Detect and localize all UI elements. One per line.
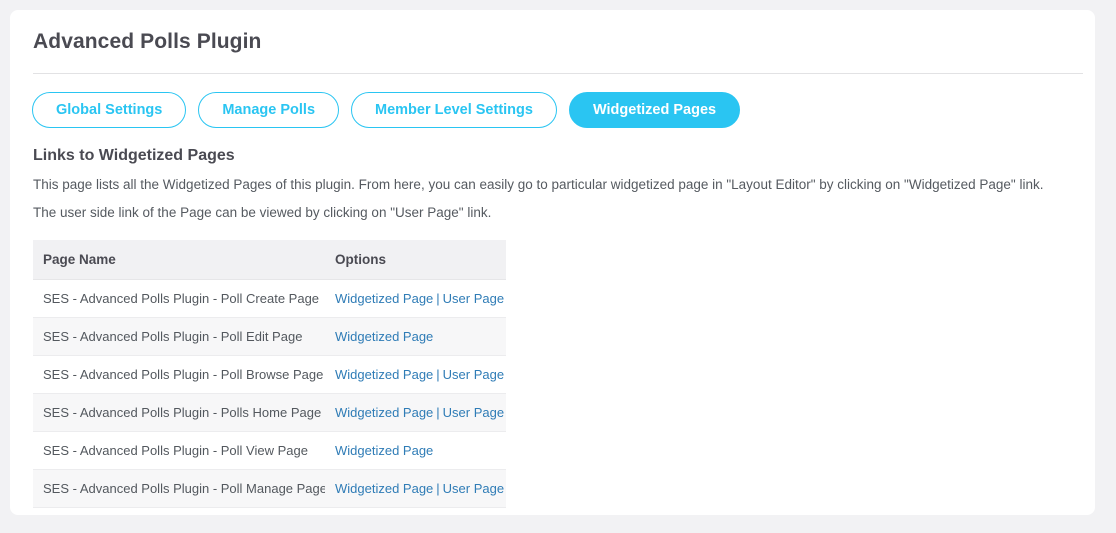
tab-manage-polls[interactable]: Manage Polls [198,92,340,128]
column-header-options: Options [325,240,506,280]
link-widgetized-page[interactable]: Widgetized Page [335,443,433,458]
link-widgetized-page[interactable]: Widgetized Page [335,291,433,306]
cell-page-name: SES - Advanced Polls Plugin - Poll Edit … [33,317,325,356]
section-description-line-2: The user side link of the Page can be vi… [33,205,492,220]
link-user-page[interactable]: User Page [443,481,504,496]
cell-page-name: SES - Advanced Polls Plugin - Poll View … [33,431,325,470]
cell-options: Widgetized Page | User Page [325,469,506,508]
option-separator: | [436,405,440,420]
option-separator: | [436,291,440,306]
section-heading: Links to Widgetized Pages [33,147,235,164]
section-description-line-1: This page lists all the Widgetized Pages… [33,177,1044,192]
page-title: Advanced Polls Plugin [33,30,262,53]
column-header-page-name: Page Name [33,240,325,280]
cell-options: Widgetized Page [325,431,506,470]
option-separator: | [436,367,440,382]
link-widgetized-page[interactable]: Widgetized Page [335,405,433,420]
table-body: SES - Advanced Polls Plugin - Poll Creat… [33,279,506,508]
link-user-page[interactable]: User Page [443,291,504,306]
cell-options: Widgetized Page [325,317,506,356]
tab-label: Member Level Settings [375,102,533,118]
tab-label: Widgetized Pages [592,102,717,118]
cell-options: Widgetized Page | User Page [325,279,506,318]
cell-page-name: SES - Advanced Polls Plugin - Poll Creat… [33,279,325,318]
link-user-page[interactable]: User Page [443,367,504,382]
tab-widgetized-pages[interactable]: Widgetized Pages [568,92,741,128]
table-row: SES - Advanced Polls Plugin - Poll Manag… [33,469,506,508]
cell-page-name: SES - Advanced Polls Plugin - Poll Manag… [33,469,325,508]
cell-page-name: SES - Advanced Polls Plugin - Polls Home… [33,393,325,432]
table-row: SES - Advanced Polls Plugin - Poll View … [33,431,506,470]
tab-global-settings[interactable]: Global Settings [32,92,187,128]
link-widgetized-page[interactable]: Widgetized Page [335,481,433,496]
table-row: SES - Advanced Polls Plugin - Polls Home… [33,393,506,432]
cell-options: Widgetized Page | User Page [325,393,506,432]
tab-member-level-settings[interactable]: Member Level Settings [351,92,557,128]
cell-page-name: SES - Advanced Polls Plugin - Poll Brows… [33,355,325,394]
widgetized-pages-table: Page Name Options SES - Advanced Polls P… [33,240,506,508]
tab-label: Global Settings [56,102,163,118]
table-header-row: Page Name Options [33,240,506,280]
link-widgetized-page[interactable]: Widgetized Page [335,367,433,382]
link-user-page[interactable]: User Page [443,405,504,420]
tab-bar: Global Settings Manage Polls Member Level … [32,92,741,128]
link-widgetized-page[interactable]: Widgetized Page [335,329,433,344]
option-separator: | [436,481,440,496]
plugin-admin-card: Advanced Polls Plugin Global Settings Man… [10,10,1095,515]
table-row: SES - Advanced Polls Plugin - Poll Creat… [33,279,506,318]
table-row: SES - Advanced Polls Plugin - Poll Edit … [33,317,506,356]
widgetized-pages-table-wrapper: Page Name Options SES - Advanced Polls P… [33,240,506,508]
tab-label: Manage Polls [222,102,316,118]
table-head: Page Name Options [33,240,506,280]
table-row: SES - Advanced Polls Plugin - Poll Brows… [33,355,506,394]
cell-options: Widgetized Page | User Page [325,355,506,394]
title-divider [33,73,1083,74]
